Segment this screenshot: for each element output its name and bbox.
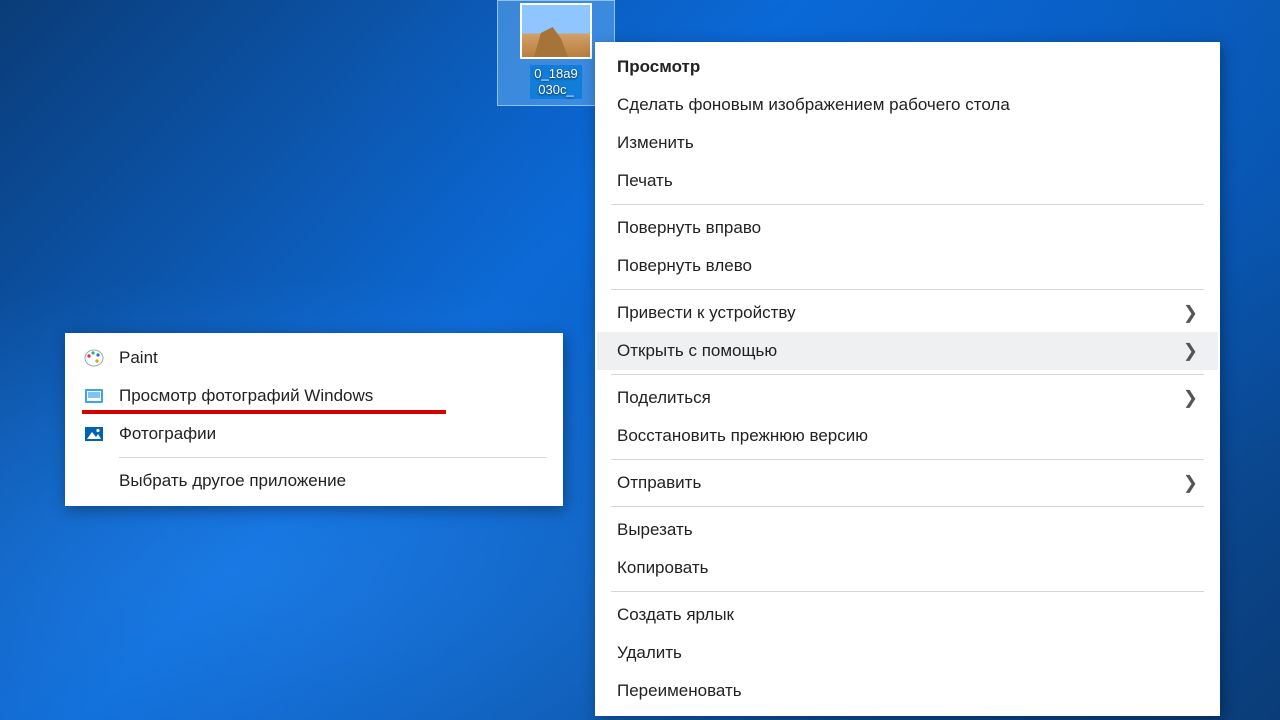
chevron-right-icon: ❯ — [1183, 388, 1198, 409]
submenu-label: Paint — [119, 348, 158, 368]
menu-item-open-with[interactable]: Открыть с помощью ❯ — [597, 332, 1218, 370]
menu-item-set-wallpaper[interactable]: Сделать фоновым изображением рабочего ст… — [597, 86, 1218, 124]
menu-item-cast-to-device[interactable]: Привести к устройству ❯ — [597, 294, 1218, 332]
file-label: 0_18a9 030c_ — [530, 65, 581, 99]
menu-label: Удалить — [617, 643, 682, 663]
chevron-right-icon: ❯ — [1183, 303, 1198, 324]
submenu-label: Фотографии — [119, 424, 216, 444]
menu-item-restore-version[interactable]: Восстановить прежнюю версию — [597, 417, 1218, 455]
menu-separator — [611, 204, 1204, 205]
menu-item-rename[interactable]: Переименовать — [597, 672, 1218, 710]
chevron-right-icon: ❯ — [1183, 473, 1198, 494]
menu-item-rotate-right[interactable]: Повернуть вправо — [597, 209, 1218, 247]
menu-label: Сделать фоновым изображением рабочего ст… — [617, 95, 1010, 115]
menu-label: Привести к устройству — [617, 303, 796, 323]
menu-label: Поделиться — [617, 388, 711, 408]
paint-icon — [83, 347, 105, 369]
menu-separator — [611, 289, 1204, 290]
menu-item-preview[interactable]: Просмотр — [597, 48, 1218, 86]
menu-separator — [611, 591, 1204, 592]
menu-item-rotate-left[interactable]: Повернуть влево — [597, 247, 1218, 285]
menu-label: Создать ярлык — [617, 605, 734, 625]
menu-label: Восстановить прежнюю версию — [617, 426, 868, 446]
menu-item-edit[interactable]: Изменить — [597, 124, 1218, 162]
menu-label: Повернуть вправо — [617, 218, 761, 238]
menu-separator — [611, 459, 1204, 460]
submenu-item-paint[interactable]: Paint — [67, 339, 561, 377]
menu-label: Переименовать — [617, 681, 742, 701]
file-label-line1: 0_18a9 — [534, 66, 577, 81]
menu-label: Просмотр — [617, 57, 700, 77]
submenu-label: Просмотр фотографий Windows — [119, 386, 373, 406]
menu-separator — [611, 374, 1204, 375]
menu-label: Открыть с помощью — [617, 341, 777, 361]
menu-label: Отправить — [617, 473, 701, 493]
menu-separator — [611, 506, 1204, 507]
photo-viewer-icon — [83, 385, 105, 407]
menu-label: Повернуть влево — [617, 256, 752, 276]
photos-icon — [83, 423, 105, 445]
file-label-line2: 030c_ — [538, 82, 573, 97]
menu-item-copy[interactable]: Копировать — [597, 549, 1218, 587]
menu-label: Печать — [617, 171, 673, 191]
menu-item-send-to[interactable]: Отправить ❯ — [597, 464, 1218, 502]
menu-label: Вырезать — [617, 520, 693, 540]
menu-label: Изменить — [617, 133, 694, 153]
annotation-underline — [82, 410, 446, 414]
chevron-right-icon: ❯ — [1183, 341, 1198, 362]
file-thumbnail — [520, 3, 592, 59]
menu-item-share[interactable]: Поделиться ❯ — [597, 379, 1218, 417]
submenu-item-choose-other[interactable]: Выбрать другое приложение — [67, 462, 561, 500]
menu-item-cut[interactable]: Вырезать — [597, 511, 1218, 549]
menu-item-delete[interactable]: Удалить — [597, 634, 1218, 672]
menu-separator — [119, 457, 547, 458]
menu-item-print[interactable]: Печать — [597, 162, 1218, 200]
menu-label: Копировать — [617, 558, 709, 578]
menu-item-create-shortcut[interactable]: Создать ярлык — [597, 596, 1218, 634]
submenu-item-photos[interactable]: Фотографии — [67, 415, 561, 453]
submenu-label: Выбрать другое приложение — [119, 471, 346, 491]
context-menu: Просмотр Сделать фоновым изображением ра… — [595, 42, 1220, 716]
open-with-submenu: Paint Просмотр фотографий Windows Фотогр… — [65, 333, 563, 506]
